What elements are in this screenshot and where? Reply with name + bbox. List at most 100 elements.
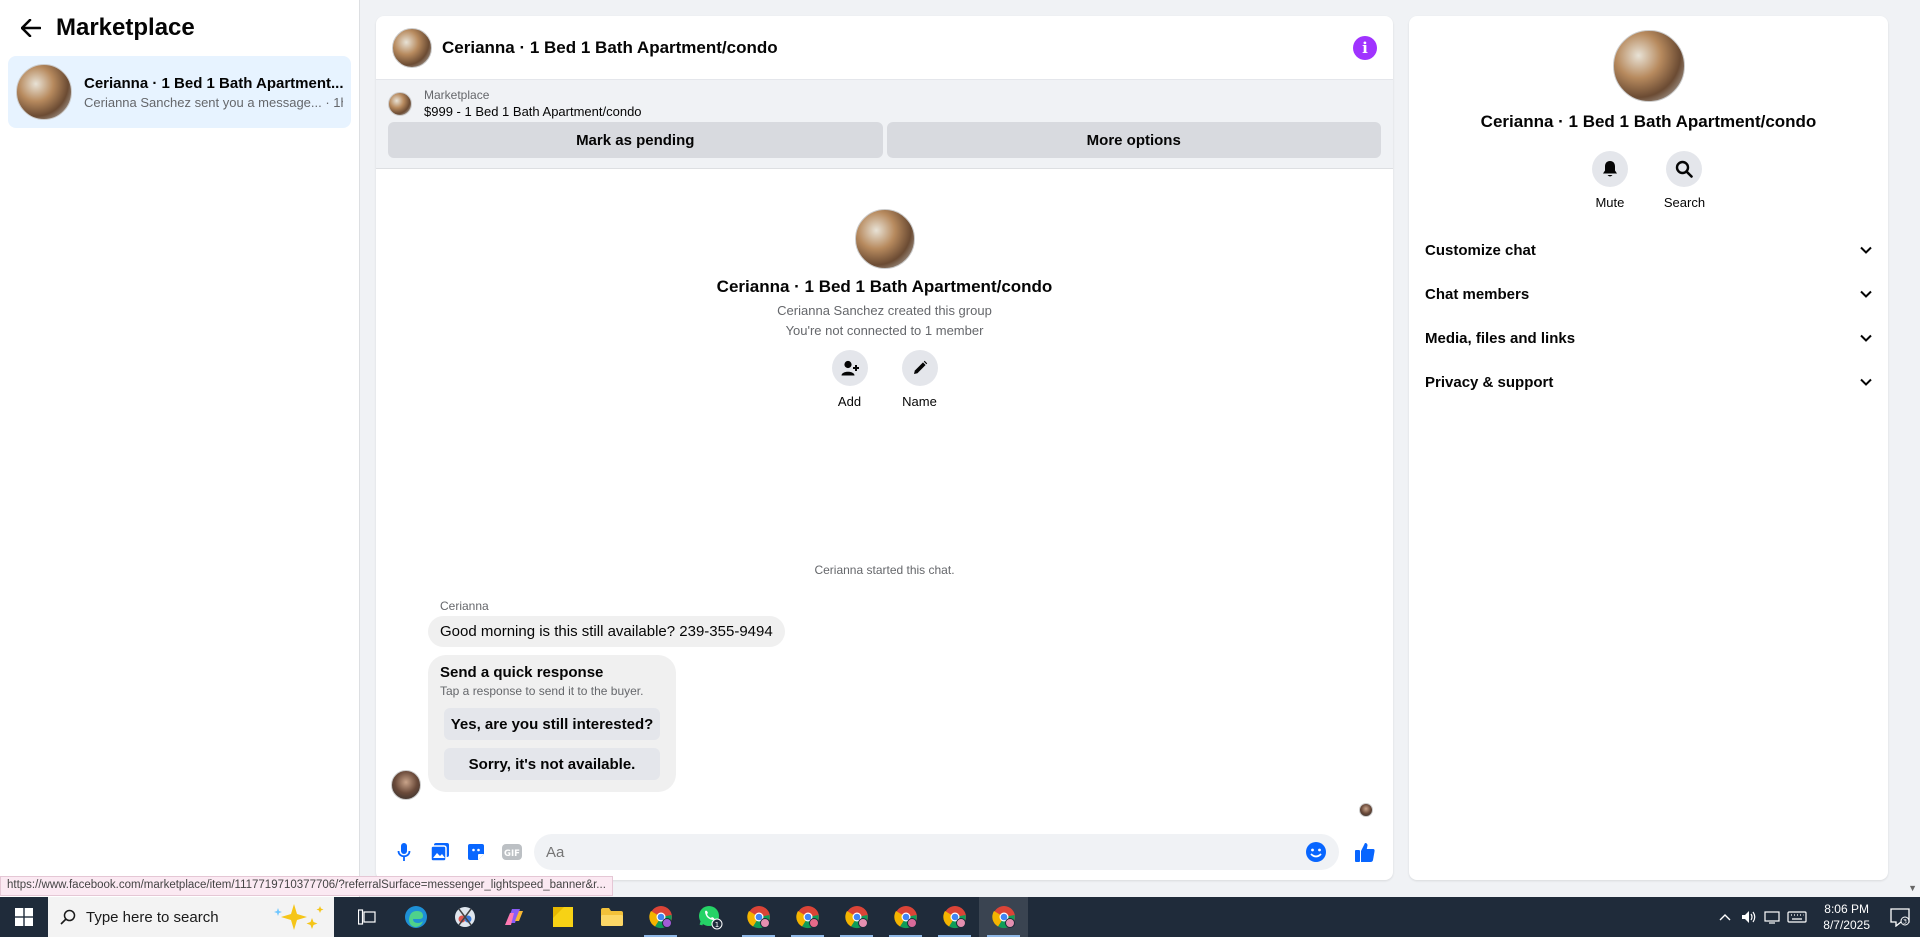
svg-text:3: 3	[1903, 918, 1907, 926]
task-view-icon[interactable]	[342, 897, 391, 937]
sidebar-header: Marketplace	[0, 0, 359, 56]
taskbar-search-box[interactable]: Type here to search	[48, 897, 334, 937]
search-in-chat-button[interactable]: Search	[1664, 151, 1705, 210]
chat-title[interactable]: Cerianna · 1 Bed 1 Bath Apartment/condo	[442, 38, 1353, 58]
back-arrow-icon[interactable]	[18, 15, 44, 41]
taskbar-search-placeholder: Type here to search	[86, 908, 219, 926]
volume-icon[interactable]	[1737, 897, 1761, 937]
keyboard-icon[interactable]	[1785, 897, 1809, 937]
group-info: Cerianna · 1 Bed 1 Bath Apartment/condo …	[376, 209, 1393, 409]
search-highlight-sparkle-icon	[274, 904, 324, 930]
whatsapp-badge: 1	[714, 921, 718, 929]
name-label: Name	[902, 394, 937, 409]
seen-indicator-avatar	[1359, 803, 1373, 817]
listing-tag: Marketplace	[424, 88, 490, 102]
whatsapp-icon[interactable]: 1	[685, 897, 734, 937]
photo-icon[interactable]	[422, 834, 458, 870]
message-input-wrapper	[534, 834, 1339, 870]
notification-center-icon[interactable]: 3	[1880, 897, 1920, 937]
message-composer: GIF	[376, 832, 1393, 872]
sender-name: Cerianna	[440, 599, 489, 613]
mute-label: Mute	[1595, 195, 1625, 210]
clock-date: 8/7/2025	[1823, 918, 1870, 932]
chevron-down-icon	[1860, 246, 1872, 254]
copilot-icon[interactable]	[489, 897, 538, 937]
chrome-profile-icon-active[interactable]	[979, 897, 1028, 937]
chevron-down-icon	[1860, 334, 1872, 342]
clock-time: 8:06 PM	[1824, 902, 1869, 916]
chevron-down-icon	[1860, 290, 1872, 298]
taskbar-clock[interactable]: 8:06 PM 8/7/2025	[1823, 901, 1870, 933]
panel-chat-name: Cerianna · 1 Bed 1 Bath Apartment/condo	[1480, 112, 1817, 131]
group-name: Cerianna · 1 Bed 1 Bath Apartment/condo	[716, 277, 1053, 296]
windows-start-icon[interactable]	[0, 897, 48, 937]
section-customize-chat[interactable]: Customize chat	[1409, 228, 1888, 272]
section-label: Privacy & support	[1425, 373, 1554, 391]
snipping-tool-icon[interactable]	[440, 897, 489, 937]
group-connection-text: You're not connected to 1 member	[785, 323, 984, 338]
edge-browser-icon[interactable]	[391, 897, 440, 937]
listing-link[interactable]: Marketplace $999 - 1 Bed 1 Bath Apartmen…	[388, 88, 1381, 119]
quick-response-card: Send a quick response Tap a response to …	[428, 655, 676, 792]
sidebar: Marketplace Cerianna · 1 Bed 1 Bath Apar…	[0, 0, 360, 897]
chevron-down-icon	[1860, 378, 1872, 386]
chrome-profile-icon[interactable]	[930, 897, 979, 937]
quick-response-subtitle: Tap a response to send it to the buyer.	[440, 684, 644, 698]
emoji-icon[interactable]	[1305, 841, 1327, 863]
sticker-icon[interactable]	[458, 834, 494, 870]
bell-icon	[1591, 151, 1628, 187]
svg-text:GIF: GIF	[504, 849, 520, 859]
sender-avatar[interactable]	[391, 770, 421, 800]
chrome-profile-icon[interactable]	[636, 897, 685, 937]
thumbs-up-icon[interactable]	[1347, 834, 1383, 870]
listing-banner: Marketplace $999 - 1 Bed 1 Bath Apartmen…	[376, 80, 1393, 169]
section-label: Customize chat	[1425, 241, 1536, 259]
section-label: Chat members	[1425, 285, 1530, 303]
microphone-icon[interactable]	[386, 834, 422, 870]
conversation-item[interactable]: Cerianna · 1 Bed 1 Bath Apartment... Cer…	[8, 56, 351, 128]
conversation-name: Cerianna · 1 Bed 1 Bath Apartment...	[84, 74, 343, 92]
chrome-profile-icon[interactable]	[881, 897, 930, 937]
chat-started-notice: Cerianna started this chat.	[814, 563, 955, 577]
info-icon[interactable]: i	[1353, 35, 1377, 60]
gif-icon[interactable]: GIF	[494, 834, 530, 870]
search-icon	[1666, 151, 1703, 187]
section-label: Media, files and links	[1425, 329, 1576, 347]
listing-thumbnail	[388, 91, 412, 116]
chat-avatar[interactable]	[392, 27, 432, 68]
quick-response-unavailable[interactable]: Sorry, it's not available.	[444, 748, 660, 780]
panel-avatar[interactable]	[1612, 30, 1685, 102]
section-chat-members[interactable]: Chat members	[1409, 272, 1888, 316]
chrome-profile-icon[interactable]	[783, 897, 832, 937]
pencil-icon	[901, 350, 938, 386]
chat-header: Cerianna · 1 Bed 1 Bath Apartment/condo …	[376, 16, 1393, 80]
section-privacy-support[interactable]: Privacy & support	[1409, 360, 1888, 404]
mark-pending-button[interactable]: Mark as pending	[388, 122, 883, 158]
mute-button[interactable]: Mute	[1591, 151, 1628, 210]
add-member-button[interactable]: Add	[831, 350, 868, 409]
chat-details-panel: Cerianna · 1 Bed 1 Bath Apartment/condo …	[1409, 16, 1888, 880]
message-input[interactable]	[546, 843, 1305, 861]
chat-window: Cerianna · 1 Bed 1 Bath Apartment/condo …	[376, 16, 1393, 880]
file-explorer-icon[interactable]	[587, 897, 636, 937]
network-icon[interactable]	[1761, 897, 1785, 937]
sidebar-title: Marketplace	[56, 14, 195, 41]
conversation-avatar	[16, 64, 72, 120]
status-bar-url: https://www.facebook.com/marketplace/ite…	[0, 876, 613, 896]
quick-response-interested[interactable]: Yes, are you still interested?	[444, 708, 660, 740]
message-bubble[interactable]: Good morning is this still available? 23…	[428, 616, 785, 647]
search-label: Search	[1663, 195, 1706, 210]
more-options-button[interactable]: More options	[886, 122, 1381, 158]
windows-taskbar: Type here to search 1 8:06 PM 8/7/2025 3	[0, 897, 1920, 937]
quick-response-title: Send a quick response	[440, 664, 604, 681]
listing-price: $999 - 1 Bed 1 Bath Apartment/condo	[424, 104, 642, 119]
scrollbar-down-arrow[interactable]: ▼	[1908, 883, 1917, 893]
sticky-notes-icon[interactable]	[538, 897, 587, 937]
section-media-files-links[interactable]: Media, files and links	[1409, 316, 1888, 360]
show-hidden-icons-chevron-icon[interactable]	[1713, 897, 1737, 937]
chrome-profile-icon[interactable]	[734, 897, 783, 937]
chrome-profile-icon[interactable]	[832, 897, 881, 937]
name-group-button[interactable]: Name	[901, 350, 938, 409]
group-avatar	[854, 209, 915, 269]
system-tray: 8:06 PM 8/7/2025 3	[1713, 897, 1920, 937]
